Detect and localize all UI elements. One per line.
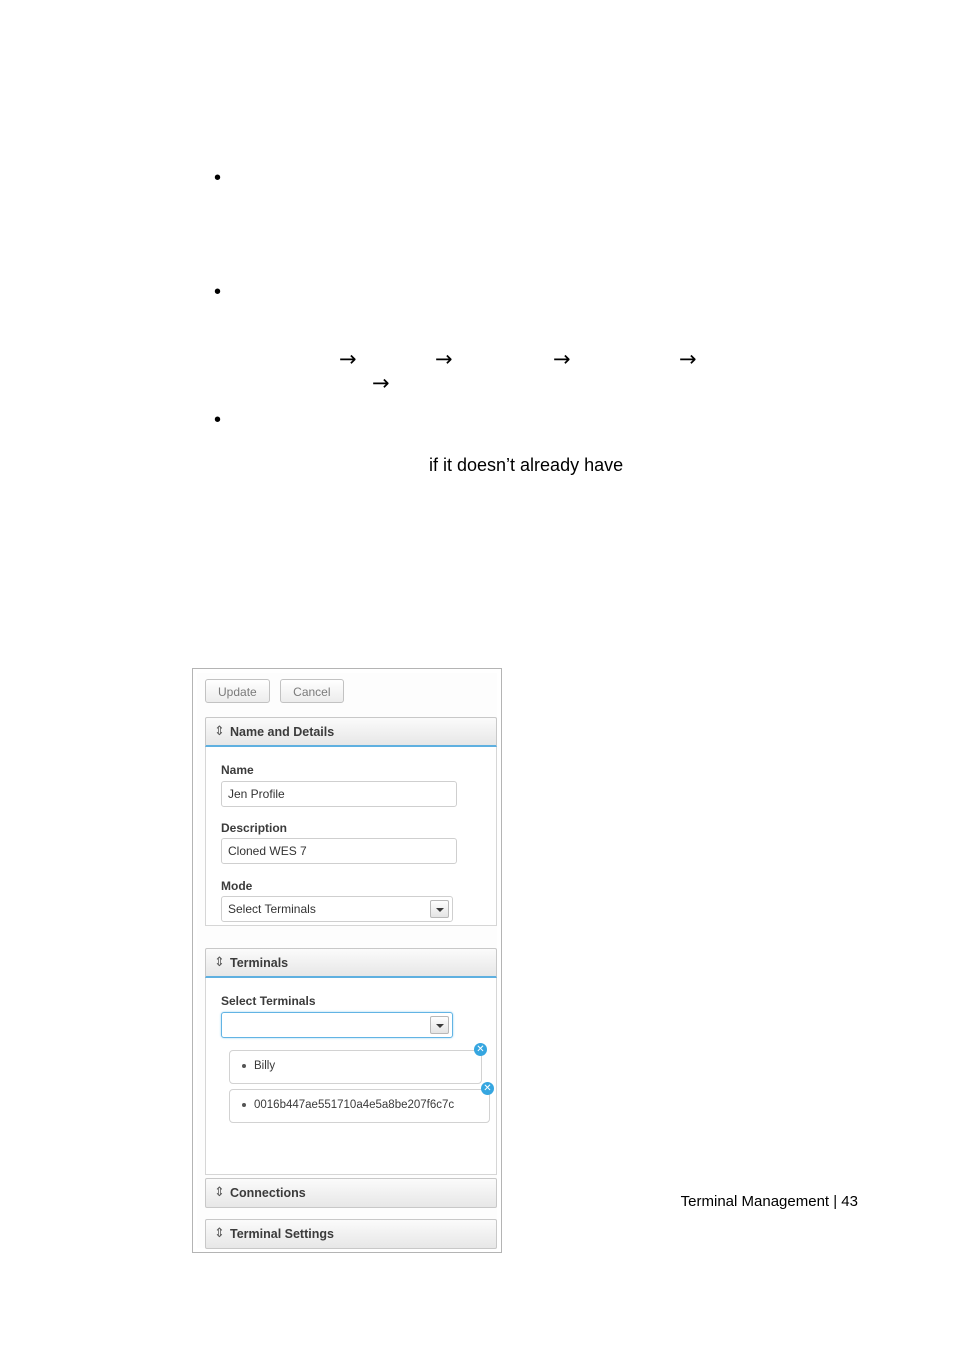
select-terminals-dropdown[interactable] [221,1012,453,1038]
bullet-dot-icon [242,1103,246,1107]
collapse-toggle-icon[interactable]: ⇕ [214,1226,225,1242]
arrow-glyph-3: → [553,347,571,371]
remove-terminal-icon[interactable]: ✕ [474,1043,487,1056]
select-terminals-label: Select Terminals [221,994,316,1008]
update-button[interactable]: Update [205,679,270,703]
section-title: Terminal Settings [230,1227,334,1241]
collapse-toggle-icon[interactable]: ⇕ [214,955,225,971]
arrow-glyph-5: → [372,371,390,395]
mode-label: Mode [221,879,253,893]
section-title: Terminals [230,956,289,970]
figure-inner-panel: Update Cancel ⇕ Name and Details Name Je… [197,673,497,1249]
section-title: Name and Details [230,725,335,739]
arrow-glyph-2: → [435,347,453,371]
section-header-terminal-settings[interactable]: ⇕ Terminal Settings [205,1219,497,1249]
figure-toolbar: Update Cancel [205,679,350,705]
bullet-marker-3: • [214,409,222,431]
arrow-glyph-1: → [339,347,357,371]
collapse-toggle-icon[interactable]: ⇕ [214,724,225,740]
name-label: Name [221,763,254,777]
page-footer: Terminal Management | 43 [680,1193,858,1210]
selected-terminal-chip: Billy [229,1050,482,1084]
section-body-name-and-details: Name Jen Profile Description Cloned WES … [205,747,497,926]
screenshot-figure: Update Cancel ⇕ Name and Details Name Je… [192,668,502,1253]
selected-terminal-label: Billy [254,1060,276,1072]
chevron-down-icon[interactable] [430,1016,449,1034]
selected-terminal-chip: 0016b447ae551710a4e5a8be207f6c7c [229,1089,490,1123]
bullet-marker-1: • [214,167,222,189]
arrow-glyph-4: → [679,347,697,371]
bullet-marker-2: • [214,281,222,303]
inline-paragraph-text: if it doesn’t already have [429,455,624,475]
section-header-terminals[interactable]: ⇕ Terminals [205,948,497,978]
description-input[interactable]: Cloned WES 7 [221,838,457,864]
collapse-toggle-icon[interactable]: ⇕ [214,1185,225,1201]
chevron-down-icon[interactable] [430,900,449,918]
remove-terminal-icon[interactable]: ✕ [481,1082,494,1095]
section-title: Connections [230,1186,306,1200]
name-input[interactable]: Jen Profile [221,781,457,807]
section-body-terminals: Select Terminals Billy ✕ 0016b447ae55171… [205,978,497,1175]
mode-select[interactable]: Select Terminals [221,896,453,922]
section-header-connections[interactable]: ⇕ Connections [205,1178,497,1208]
section-header-name-and-details[interactable]: ⇕ Name and Details [205,717,497,747]
cancel-button[interactable]: Cancel [280,679,344,703]
bullet-dot-icon [242,1064,246,1068]
selected-terminal-label: 0016b447ae551710a4e5a8be207f6c7c [254,1099,455,1111]
description-label: Description [221,821,288,835]
